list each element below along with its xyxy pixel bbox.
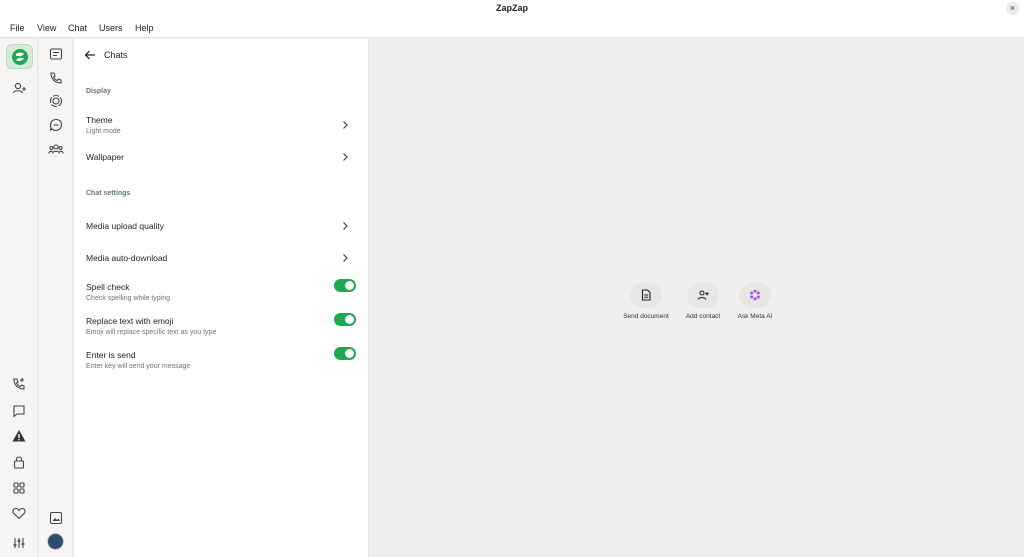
media-upload-quality-label: Media upload quality [86, 221, 164, 231]
ask-meta-ai-action[interactable]: Ask Meta AI [725, 283, 785, 325]
media-icon[interactable] [48, 510, 64, 526]
close-window-button[interactable]: × [1006, 2, 1019, 15]
chats-icon[interactable] [48, 46, 64, 62]
chevron-right-icon [343, 254, 348, 262]
back-arrow-icon[interactable] [84, 49, 96, 61]
send-document-button[interactable] [630, 283, 662, 308]
enter-is-send-toggle[interactable] [334, 347, 356, 360]
account-rail [0, 39, 38, 557]
replace-emoji-label: Replace text with emoji [86, 316, 174, 326]
menu-file[interactable]: File [10, 23, 25, 33]
media-upload-quality-row[interactable]: Media upload quality [74, 216, 369, 238]
apps-icon[interactable] [11, 480, 27, 496]
title-bar: ZapZap × [0, 0, 1024, 18]
add-contact-icon [697, 290, 709, 300]
menu-bar: File View Chat Users Help [0, 18, 1024, 38]
chevron-right-icon [343, 153, 348, 161]
add-contact-action[interactable]: Add contact [673, 283, 733, 325]
send-document-label: Send document [623, 313, 669, 320]
media-auto-download-label: Media auto-download [86, 253, 168, 263]
window-title: ZapZap [495, 3, 528, 13]
media-auto-download-row[interactable]: Media auto-download [74, 248, 369, 270]
ask-meta-ai-button[interactable] [739, 283, 771, 308]
menu-chat[interactable]: Chat [68, 23, 87, 33]
spell-check-label: Spell check [86, 282, 130, 292]
add-contact-button[interactable] [687, 283, 719, 308]
heart-icon[interactable] [11, 505, 27, 521]
theme-row[interactable]: Theme Light mode [74, 111, 369, 141]
wallpaper-row[interactable]: Wallpaper [74, 147, 369, 169]
spell-check-row: Spell check Check spelling while typing [74, 279, 369, 307]
message-icon[interactable] [11, 403, 27, 419]
spell-check-toggle[interactable] [334, 279, 356, 292]
settings-panel: Chats Display Theme Light mode Wallpaper… [74, 39, 369, 557]
status-icon[interactable] [48, 93, 64, 109]
enter-is-send-description: Enter key will send your message [86, 363, 191, 370]
menu-users[interactable]: Users [99, 23, 123, 33]
enter-is-send-label: Enter is send [86, 350, 136, 360]
enter-is-send-row: Enter is send Enter key will send your m… [74, 347, 369, 375]
wallpaper-label: Wallpaper [86, 152, 124, 162]
call-add-icon[interactable] [11, 376, 27, 392]
theme-label: Theme [86, 115, 113, 125]
calls-icon[interactable] [48, 70, 64, 86]
nav-column [39, 39, 73, 557]
add-contact-label: Add contact [685, 313, 721, 320]
replace-emoji-description: Emoji will replace specific text as you … [86, 329, 217, 336]
account-zapzap[interactable] [6, 44, 33, 69]
replace-emoji-toggle[interactable] [334, 313, 356, 326]
ask-meta-ai-label: Ask Meta AI [737, 313, 773, 320]
meta-ai-icon [750, 289, 760, 301]
equalizer-icon[interactable] [11, 535, 27, 551]
document-icon [641, 289, 651, 301]
chevron-right-icon [343, 121, 348, 129]
theme-value: Light mode [86, 128, 121, 135]
channels-icon[interactable] [48, 117, 64, 133]
menu-help[interactable]: Help [135, 23, 154, 33]
add-account-icon[interactable] [11, 80, 27, 96]
section-chat-settings: Chat settings [86, 190, 131, 197]
section-display: Display [86, 88, 111, 95]
zapzap-logo-icon [12, 49, 28, 65]
settings-title: Chats [104, 50, 128, 60]
replace-emoji-row: Replace text with emoji Emoji will repla… [74, 313, 369, 341]
send-document-action[interactable]: Send document [616, 283, 676, 325]
menu-view[interactable]: View [37, 23, 56, 33]
main-area: Send document Add contact Ask Meta AI [370, 39, 1024, 557]
lock-icon[interactable] [11, 454, 27, 470]
communities-icon[interactable] [48, 141, 64, 157]
avatar[interactable] [47, 533, 64, 550]
spell-check-description: Check spelling while typing [86, 295, 171, 302]
chevron-right-icon [343, 222, 348, 230]
warning-icon[interactable] [11, 428, 27, 444]
